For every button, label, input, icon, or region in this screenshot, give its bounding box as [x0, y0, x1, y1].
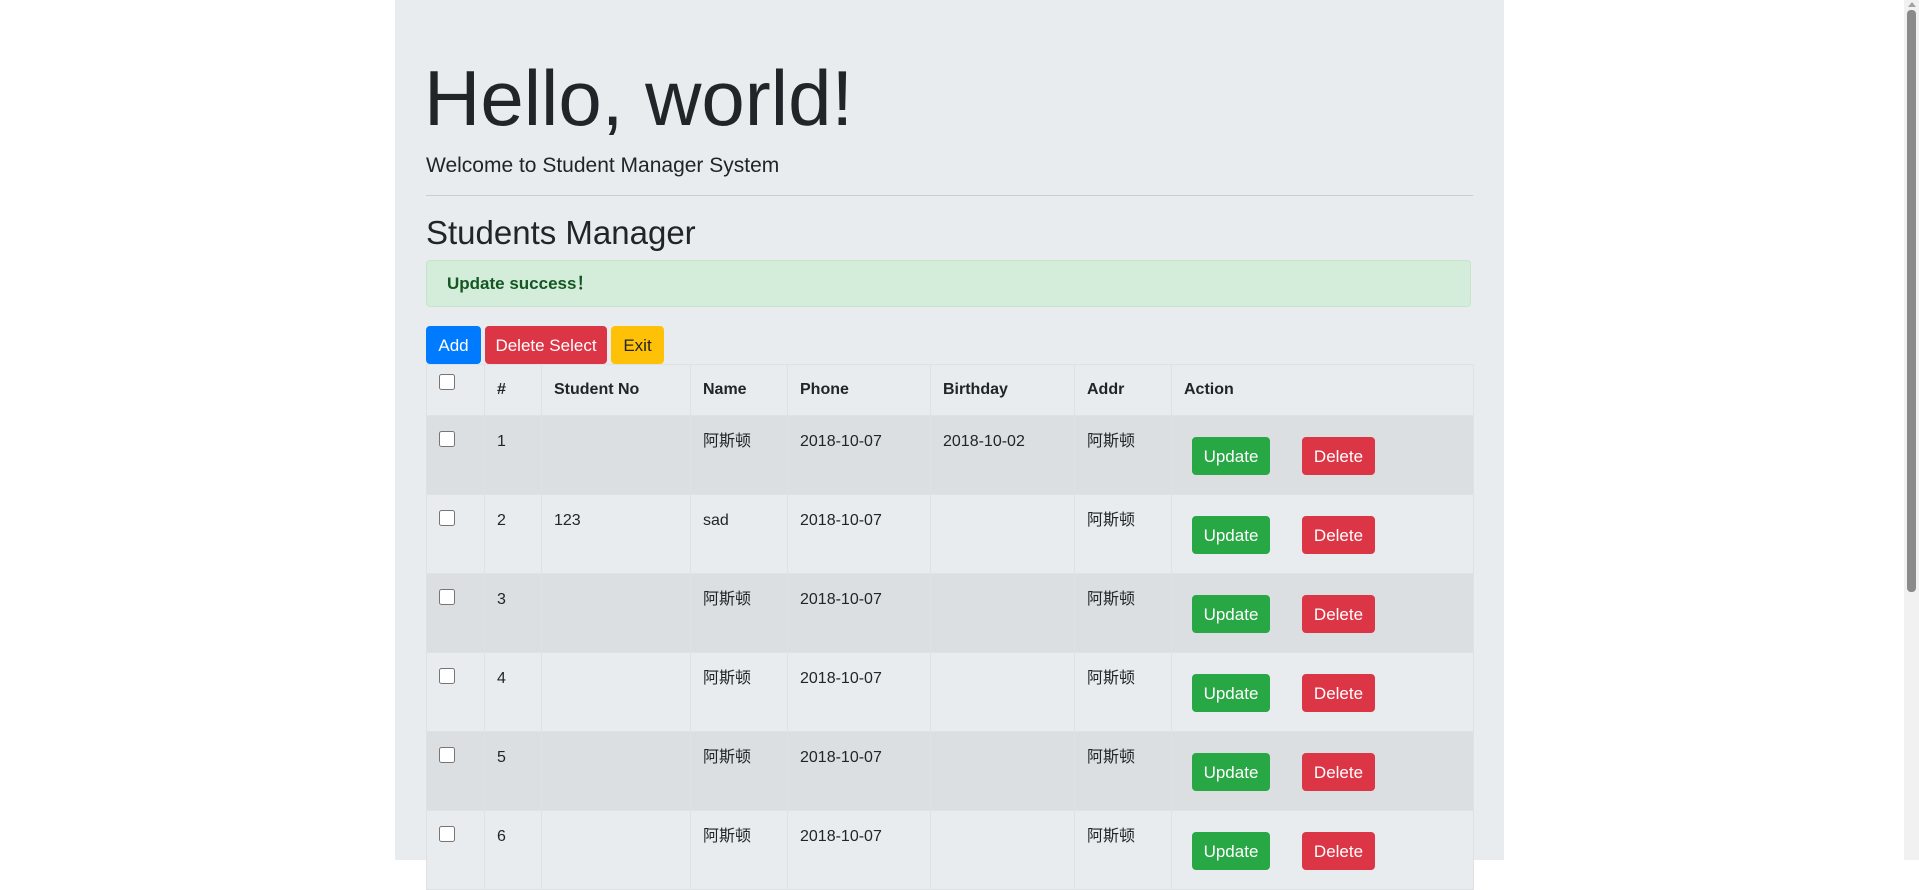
divider: [426, 195, 1473, 196]
cell-student-no: [541, 731, 691, 811]
add-button[interactable]: Add: [426, 326, 481, 364]
cell-action: Update Delete: [1171, 652, 1474, 732]
cell-student-no: [541, 810, 691, 890]
table-header-row: # Student No Name Phone Birthday Addr Ac…: [426, 364, 1474, 416]
cell-name: sad: [690, 494, 788, 574]
header-phone: Phone: [787, 364, 931, 416]
cell-addr: 阿斯顿: [1074, 731, 1172, 811]
cell-birthday: [930, 731, 1075, 811]
cell-name: 阿斯顿: [690, 415, 788, 495]
cell-addr: 阿斯顿: [1074, 652, 1172, 732]
header-select: [426, 364, 485, 416]
cell-name: 阿斯顿: [690, 652, 788, 732]
hero-subtitle: Welcome to Student Manager System: [426, 154, 780, 177]
cell-phone: 2018-10-07: [787, 810, 931, 890]
row-select-cell: [426, 573, 485, 653]
row-select-cell: [426, 652, 485, 732]
cell-addr: 阿斯顿: [1074, 573, 1172, 653]
delete-button[interactable]: Delete: [1302, 753, 1375, 791]
cell-phone: 2018-10-07: [787, 573, 931, 653]
exit-button[interactable]: Exit: [611, 326, 664, 364]
table-row: 2 123 sad 2018-10-07 阿斯顿 Update Delete: [426, 494, 1474, 574]
cell-action: Update Delete: [1171, 731, 1474, 811]
cell-birthday: [930, 573, 1075, 653]
cell-name: 阿斯顿: [690, 731, 788, 811]
cell-birthday: [930, 494, 1075, 574]
students-table: # Student No Name Phone Birthday Addr Ac…: [426, 364, 1474, 890]
hero-title: Hello, world!: [424, 54, 854, 142]
header-num: #: [484, 364, 542, 416]
update-button[interactable]: Update: [1192, 753, 1270, 791]
delete-button[interactable]: Delete: [1302, 832, 1375, 870]
cell-action: Update Delete: [1171, 415, 1474, 495]
row-checkbox[interactable]: [439, 431, 455, 447]
cell-num: 3: [484, 573, 542, 653]
table-row: 5 阿斯顿 2018-10-07 阿斯顿 Update Delete: [426, 731, 1474, 811]
scrollbar-thumb[interactable]: [1907, 10, 1916, 592]
cell-birthday: 2018-10-02: [930, 415, 1075, 495]
header-name: Name: [690, 364, 788, 416]
update-button[interactable]: Update: [1192, 832, 1270, 870]
cell-num: 6: [484, 810, 542, 890]
cell-action: Update Delete: [1171, 494, 1474, 574]
delete-button[interactable]: Delete: [1302, 437, 1375, 475]
table-row: 3 阿斯顿 2018-10-07 阿斯顿 Update Delete: [426, 573, 1474, 653]
section-title: Students Manager: [426, 214, 696, 251]
page-scrollbar[interactable]: [1904, 0, 1919, 860]
table-row: 4 阿斯顿 2018-10-07 阿斯顿 Update Delete: [426, 652, 1474, 732]
delete-button[interactable]: Delete: [1302, 674, 1375, 712]
header-student-no: Student No: [541, 364, 691, 416]
students-table-wrap: # Student No Name Phone Birthday Addr Ac…: [426, 364, 1474, 890]
delete-select-button[interactable]: Delete Select: [485, 326, 607, 364]
cell-birthday: [930, 652, 1075, 732]
header-addr: Addr: [1074, 364, 1172, 416]
cell-student-no: 123: [541, 494, 691, 574]
jumbotron: Hello, world! Welcome to Student Manager…: [395, 0, 1504, 890]
row-select-cell: [426, 415, 485, 495]
cell-num: 2: [484, 494, 542, 574]
row-checkbox[interactable]: [439, 510, 455, 526]
cell-student-no: [541, 652, 691, 732]
cell-phone: 2018-10-07: [787, 494, 931, 574]
cell-name: 阿斯顿: [690, 573, 788, 653]
cell-phone: 2018-10-07: [787, 652, 931, 732]
alert-message: Update success！: [447, 274, 594, 293]
table-row: 6 阿斯顿 2018-10-07 阿斯顿 Update Delete: [426, 810, 1474, 890]
delete-button[interactable]: Delete: [1302, 595, 1375, 633]
cell-addr: 阿斯顿: [1074, 810, 1172, 890]
row-select-cell: [426, 810, 485, 890]
scroll-up-arrow-icon[interactable]: [1908, 2, 1916, 7]
row-checkbox[interactable]: [439, 589, 455, 605]
cell-student-no: [541, 415, 691, 495]
cell-student-no: [541, 573, 691, 653]
cell-action: Update Delete: [1171, 810, 1474, 890]
cell-addr: 阿斯顿: [1074, 494, 1172, 574]
header-action: Action: [1171, 364, 1474, 416]
update-button[interactable]: Update: [1192, 595, 1270, 633]
cell-num: 5: [484, 731, 542, 811]
cell-addr: 阿斯顿: [1074, 415, 1172, 495]
row-checkbox[interactable]: [439, 668, 455, 684]
delete-button[interactable]: Delete: [1302, 516, 1375, 554]
row-select-cell: [426, 494, 485, 574]
row-select-cell: [426, 731, 485, 811]
cell-name: 阿斯顿: [690, 810, 788, 890]
cell-action: Update Delete: [1171, 573, 1474, 653]
row-checkbox[interactable]: [439, 826, 455, 842]
table-row: 1 阿斯顿 2018-10-07 2018-10-02 阿斯顿 Update D…: [426, 415, 1474, 495]
select-all-checkbox[interactable]: [439, 374, 455, 390]
cell-phone: 2018-10-07: [787, 731, 931, 811]
cell-birthday: [930, 810, 1075, 890]
row-checkbox[interactable]: [439, 747, 455, 763]
update-button[interactable]: Update: [1192, 437, 1270, 475]
update-button[interactable]: Update: [1192, 674, 1270, 712]
cell-phone: 2018-10-07: [787, 415, 931, 495]
cell-num: 4: [484, 652, 542, 732]
header-birthday: Birthday: [930, 364, 1075, 416]
update-button[interactable]: Update: [1192, 516, 1270, 554]
cell-num: 1: [484, 415, 542, 495]
success-alert: Update success！: [426, 260, 1471, 307]
